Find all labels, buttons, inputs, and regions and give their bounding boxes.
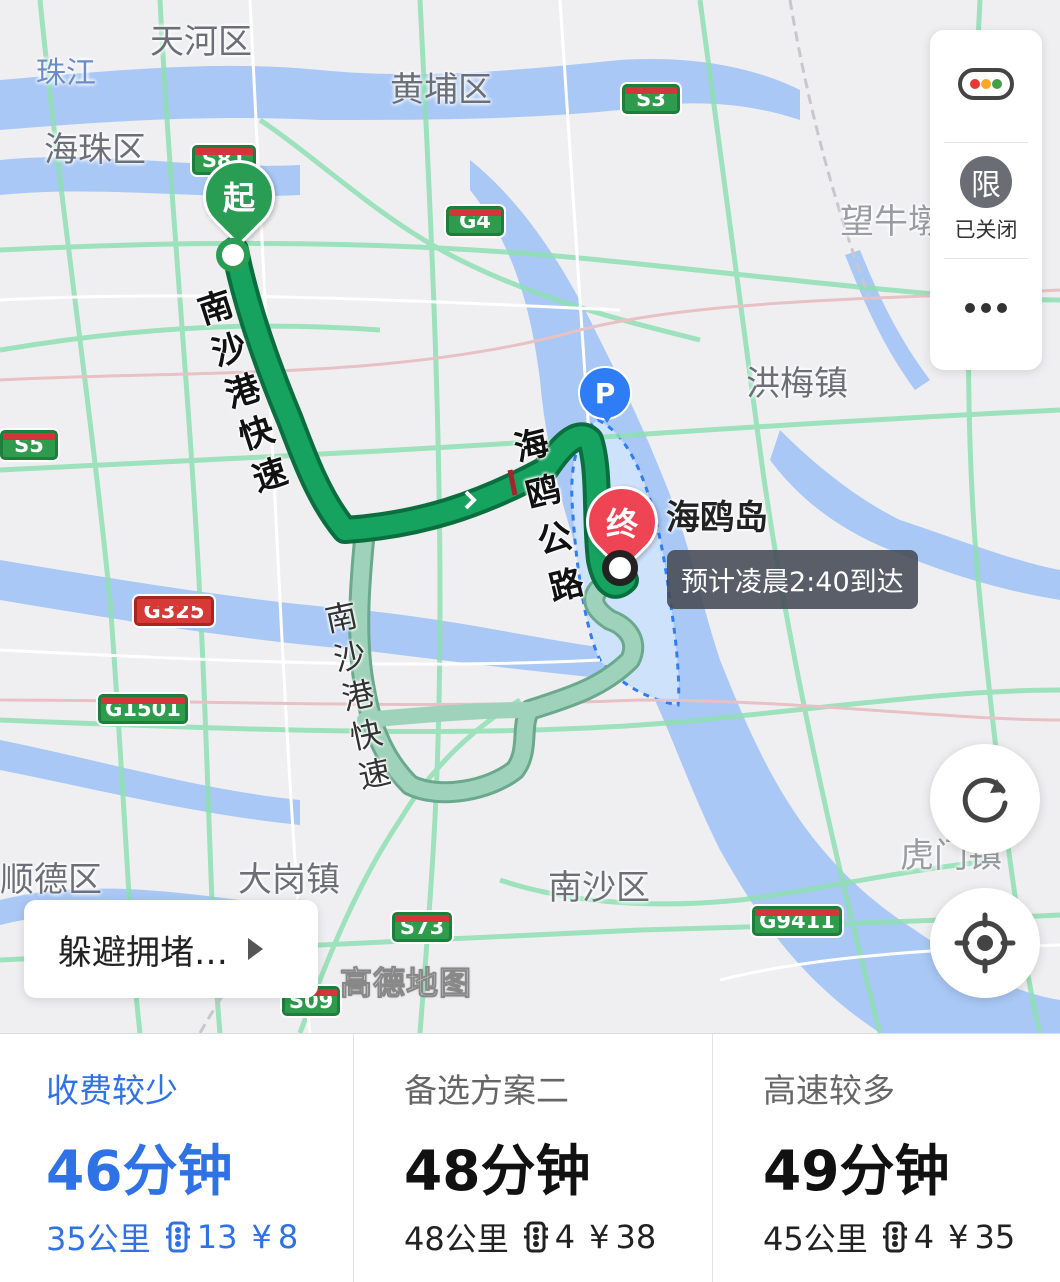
- locate-button[interactable]: [930, 888, 1040, 998]
- route-card-1[interactable]: 收费较少 46分钟 35公里 13 ¥ 8: [0, 1034, 353, 1282]
- eta-tooltip: 预计凌晨2:40到达: [667, 550, 918, 609]
- route-toll: 38: [615, 1218, 657, 1256]
- route-distance: 45公里: [763, 1220, 868, 1258]
- map-view[interactable]: 天河区 珠江 海珠区 黄埔区 望牛墩 洪梅镇 顺德区 大岗镇 南沙区 虎门镇 S…: [0, 0, 1060, 1033]
- route-time: 48分钟: [404, 1139, 591, 1203]
- place-dagang: 大岗镇: [238, 860, 340, 900]
- route-toll: 8: [277, 1218, 299, 1256]
- avoid-congestion-button[interactable]: 躲避拥堵…: [24, 900, 318, 998]
- start-pin-label: 起: [222, 179, 256, 218]
- route-lights: 4: [913, 1218, 935, 1256]
- end-dot: [602, 550, 638, 586]
- route-toll: 35: [974, 1218, 1016, 1256]
- place-wangniu: 望牛墩: [840, 202, 942, 242]
- avoid-congestion-label: 躲避拥堵…: [58, 932, 228, 973]
- start-dot: [216, 238, 250, 272]
- traffic-light-icon: [958, 68, 1014, 100]
- locate-icon: [954, 912, 1016, 974]
- route-meta: 48公里 4 ¥ 38: [404, 1214, 656, 1260]
- shield-g4: G4: [446, 206, 504, 236]
- amap-logo: 高德地图: [339, 964, 473, 1003]
- route-options: 收费较少 46分钟 35公里 13 ¥ 8 备选方案二 48分钟 48公里 4 …: [0, 1033, 1060, 1282]
- parking-icon[interactable]: P: [578, 366, 632, 423]
- limit-icon: 限: [960, 156, 1012, 208]
- route-meta: 45公里 4 ¥ 35: [763, 1214, 1015, 1260]
- map-base: [0, 0, 1060, 1033]
- play-arrow-icon: [248, 938, 263, 960]
- shield-g325: G325: [134, 596, 214, 626]
- route-distance: 48公里: [404, 1220, 509, 1258]
- route-time: 46分钟: [46, 1139, 233, 1203]
- yen-icon: ¥: [589, 1218, 610, 1256]
- place-huangpu: 黄埔区: [390, 70, 492, 110]
- shield-s73: S73: [392, 912, 452, 942]
- traffic-light-icon: [523, 1221, 549, 1253]
- route-lights: 4: [554, 1218, 576, 1256]
- yen-icon: ¥: [251, 1218, 272, 1256]
- refresh-button[interactable]: [930, 744, 1040, 854]
- route-meta: 35公里 13 ¥ 8: [46, 1214, 298, 1260]
- shield-g9411: G9411: [752, 906, 842, 936]
- route-name: 收费较少: [46, 1071, 178, 1110]
- shield-g1501: G1501: [98, 694, 188, 724]
- shield-s5: S5: [0, 430, 58, 460]
- limit-status: 已关闭: [954, 218, 1018, 242]
- end-pin-label: 终: [605, 505, 639, 544]
- traffic-toggle[interactable]: [930, 68, 1042, 100]
- more-button[interactable]: [930, 302, 1042, 314]
- route-distance: 35公里: [46, 1220, 151, 1258]
- map-control-panel: 限 已关闭: [930, 30, 1042, 370]
- place-tianhe: 天河区: [150, 22, 252, 62]
- route-lights: 13: [196, 1218, 238, 1256]
- more-icon: [965, 303, 1007, 313]
- route-name: 高速较多: [763, 1071, 895, 1110]
- panel-divider: [944, 142, 1028, 143]
- route-card-3[interactable]: 高速较多 49分钟 45公里 4 ¥ 35: [712, 1034, 1060, 1282]
- panel-divider: [944, 258, 1028, 259]
- route-name: 备选方案二: [404, 1071, 569, 1110]
- place-haizhu: 海珠区: [44, 130, 146, 170]
- place-nansha: 南沙区: [548, 868, 650, 908]
- place-hongmei: 洪梅镇: [746, 364, 848, 404]
- traffic-light-icon: [165, 1221, 191, 1253]
- shield-s3: S3: [622, 84, 680, 114]
- limit-toggle[interactable]: 限 已关闭: [930, 156, 1042, 244]
- place-shunde: 顺德区: [0, 860, 102, 900]
- traffic-light-icon: [882, 1221, 908, 1253]
- place-zhujiang: 珠江: [36, 56, 96, 91]
- refresh-icon: [962, 777, 1008, 823]
- destination-name: 海鸥岛: [666, 498, 768, 538]
- route-time: 49分钟: [763, 1139, 950, 1203]
- yen-icon: ¥: [948, 1218, 969, 1256]
- route-card-2[interactable]: 备选方案二 48分钟 48公里 4 ¥ 38: [353, 1034, 706, 1282]
